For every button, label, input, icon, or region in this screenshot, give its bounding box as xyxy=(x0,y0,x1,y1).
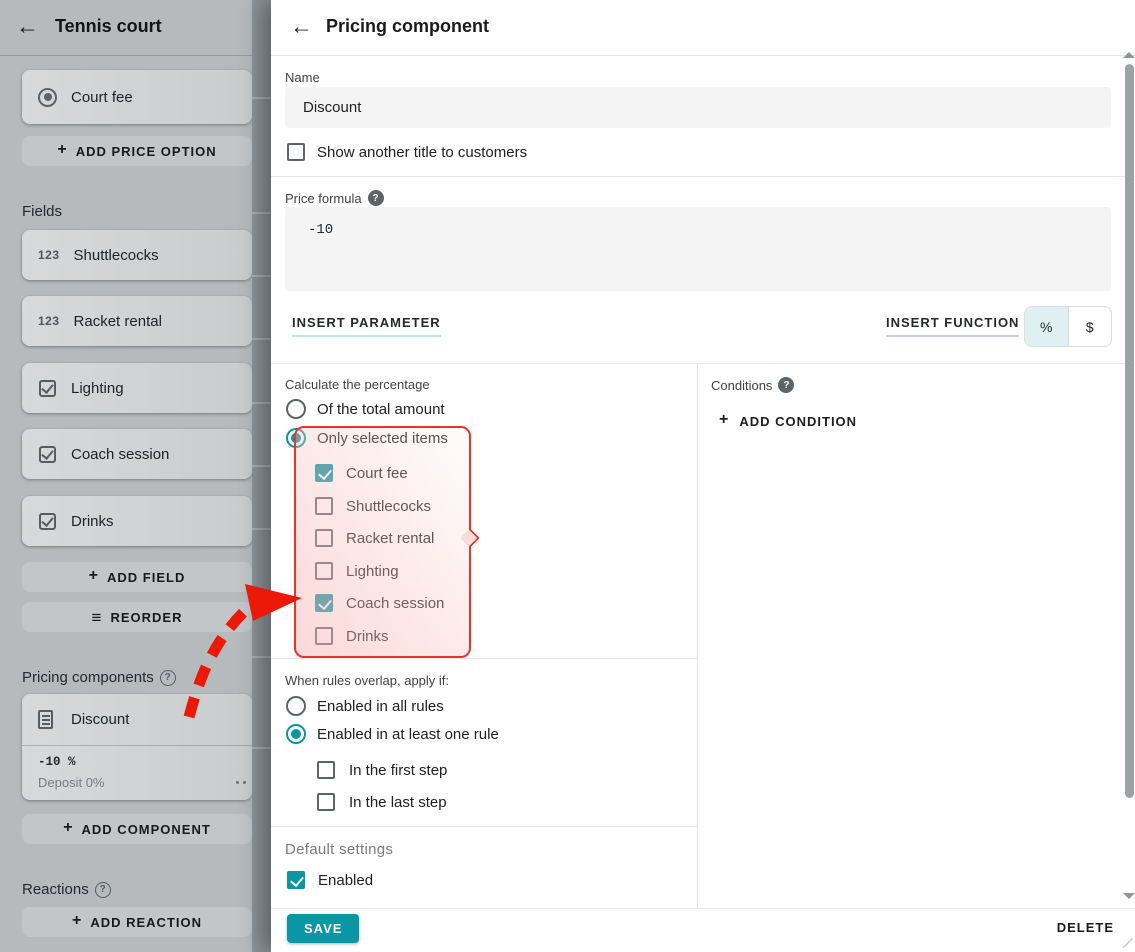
item-checkbox-racket-rental[interactable]: Racket rental xyxy=(315,529,434,547)
panel-title: Pricing component xyxy=(326,16,489,37)
back-arrow-icon[interactable]: ← xyxy=(16,13,39,40)
field-card-drinks[interactable]: Drinks xyxy=(22,496,252,546)
radio-of-total-amount[interactable]: Of the total amount xyxy=(286,399,445,419)
add-component-button[interactable]: + ADD COMPONENT xyxy=(22,814,252,844)
drag-handle-icon[interactable] xyxy=(236,781,239,784)
add-condition-button[interactable]: + ADD CONDITION xyxy=(719,413,857,429)
checkbox[interactable] xyxy=(317,761,335,779)
plus-icon: + xyxy=(719,412,729,428)
checkbox-icon xyxy=(39,380,56,397)
add-field-button[interactable]: + ADD FIELD xyxy=(22,562,252,592)
item-checkbox-drinks[interactable]: Drinks xyxy=(315,627,389,645)
reorder-icon: ≡ xyxy=(92,609,103,626)
scrollbar-down-arrow[interactable] xyxy=(1123,893,1135,899)
item-checkbox-shuttlecocks[interactable]: Shuttlecocks xyxy=(315,497,431,515)
checkbox[interactable] xyxy=(287,871,305,889)
component-formula: -10 % xyxy=(38,755,252,769)
help-icon[interactable]: ? xyxy=(368,190,384,206)
field-card-racket-rental[interactable]: 123 Racket rental xyxy=(22,296,252,346)
checkbox[interactable] xyxy=(287,143,305,161)
help-icon[interactable]: ? xyxy=(95,882,111,898)
field-card-lighting[interactable]: Lighting xyxy=(22,363,252,413)
radio-button[interactable] xyxy=(286,399,306,419)
checkbox-icon xyxy=(39,446,56,463)
scrollbar-up-arrow[interactable] xyxy=(1123,52,1135,58)
show-title-checkbox-row[interactable]: Show another title to customers xyxy=(287,143,527,161)
sidebar-header: ← Tennis court xyxy=(0,0,252,56)
delete-button[interactable]: DELETE xyxy=(1057,920,1114,935)
save-button[interactable]: SAVE xyxy=(287,914,359,943)
radio-enabled-one-rule[interactable]: Enabled in at least one rule xyxy=(286,724,499,744)
unit-toggle: % $ xyxy=(1024,306,1112,347)
checkbox[interactable] xyxy=(315,627,333,645)
back-arrow-icon[interactable]: ← xyxy=(290,13,313,40)
help-icon[interactable]: ? xyxy=(160,670,176,686)
field-card-shuttlecocks[interactable]: 123 Shuttlecocks xyxy=(22,230,252,280)
pricing-component-panel: ← Pricing component Name Show another ti… xyxy=(271,0,1135,952)
overlap-label: When rules overlap, apply if: xyxy=(285,673,449,688)
insert-function-button[interactable]: INSERT FUNCTION xyxy=(886,315,1019,337)
reorder-button[interactable]: ≡ REORDER xyxy=(22,602,252,632)
pricing-editor-app: ← Tennis court Court fee + ADD PRICE OPT… xyxy=(0,0,1135,952)
item-checkbox-court-fee[interactable]: Court fee xyxy=(315,464,408,482)
radio-only-selected-items[interactable]: Only selected items xyxy=(286,428,448,448)
radio-button[interactable] xyxy=(286,724,306,744)
field-card-coach-session[interactable]: Coach session xyxy=(22,429,252,479)
checkbox-icon xyxy=(39,513,56,530)
sidebar-title: Tennis court xyxy=(55,16,162,37)
price-formula-label: Price formula ? xyxy=(285,190,384,206)
help-icon[interactable]: ? xyxy=(778,377,794,393)
radio-checked-icon xyxy=(38,88,57,107)
component-card-header: Discount xyxy=(22,694,252,746)
plus-icon: + xyxy=(57,142,67,158)
checkbox[interactable] xyxy=(315,594,333,612)
checkbox-enabled[interactable]: Enabled xyxy=(287,871,373,889)
plus-icon: + xyxy=(89,568,99,584)
component-card-discount[interactable]: Discount -10 % Deposit 0% xyxy=(22,694,252,800)
reactions-section-label: Reactions ? xyxy=(22,881,111,898)
checkbox[interactable] xyxy=(315,562,333,580)
item-checkbox-lighting[interactable]: Lighting xyxy=(315,562,399,580)
price-option-card[interactable]: Court fee xyxy=(22,70,252,124)
checkbox[interactable] xyxy=(315,464,333,482)
scrollbar-thumb[interactable] xyxy=(1125,64,1134,798)
checkbox[interactable] xyxy=(315,497,333,515)
panel-header: ← Pricing component xyxy=(271,0,1135,56)
resize-handle-icon[interactable] xyxy=(1123,938,1133,948)
checkbox[interactable] xyxy=(315,529,333,547)
sidebar: ← Tennis court Court fee + ADD PRICE OPT… xyxy=(0,0,271,952)
add-price-option-button[interactable]: + ADD PRICE OPTION xyxy=(22,136,252,166)
conditions-label: Conditions ? xyxy=(711,377,794,393)
radio-button[interactable] xyxy=(286,696,306,716)
numeric-123-icon: 123 xyxy=(38,248,60,262)
calculate-label: Calculate the percentage xyxy=(285,377,430,392)
radio-enabled-all-rules[interactable]: Enabled in all rules xyxy=(286,696,444,716)
sidebar-gap xyxy=(252,0,271,952)
insert-parameter-button[interactable]: INSERT PARAMETER xyxy=(292,315,441,337)
item-checkbox-coach-session[interactable]: Coach session xyxy=(315,594,444,612)
plus-icon: + xyxy=(72,913,82,929)
price-formula-input[interactable]: -10 xyxy=(285,207,1111,291)
checkbox[interactable] xyxy=(317,793,335,811)
plus-icon: + xyxy=(63,820,73,836)
radio-button[interactable] xyxy=(286,428,306,448)
add-price-option-label: ADD PRICE OPTION xyxy=(76,144,217,159)
name-input[interactable] xyxy=(285,87,1111,128)
name-label: Name xyxy=(285,70,320,85)
fields-section-label: Fields xyxy=(22,203,62,220)
numeric-123-icon: 123 xyxy=(38,314,60,328)
add-reaction-button[interactable]: + ADD REACTION xyxy=(22,907,252,937)
document-icon xyxy=(38,710,53,729)
unit-dollar-button[interactable]: $ xyxy=(1068,307,1112,346)
component-name: Discount xyxy=(71,711,129,728)
pricing-components-section-label: Pricing components ? xyxy=(22,669,176,686)
default-settings-label: Default settings xyxy=(285,841,393,858)
component-deposit: Deposit 0% xyxy=(38,775,252,790)
checkbox-first-step[interactable]: In the first step xyxy=(317,761,447,779)
price-option-label: Court fee xyxy=(71,89,133,106)
unit-percent-button[interactable]: % xyxy=(1025,307,1068,346)
checkbox-last-step[interactable]: In the last step xyxy=(317,793,447,811)
